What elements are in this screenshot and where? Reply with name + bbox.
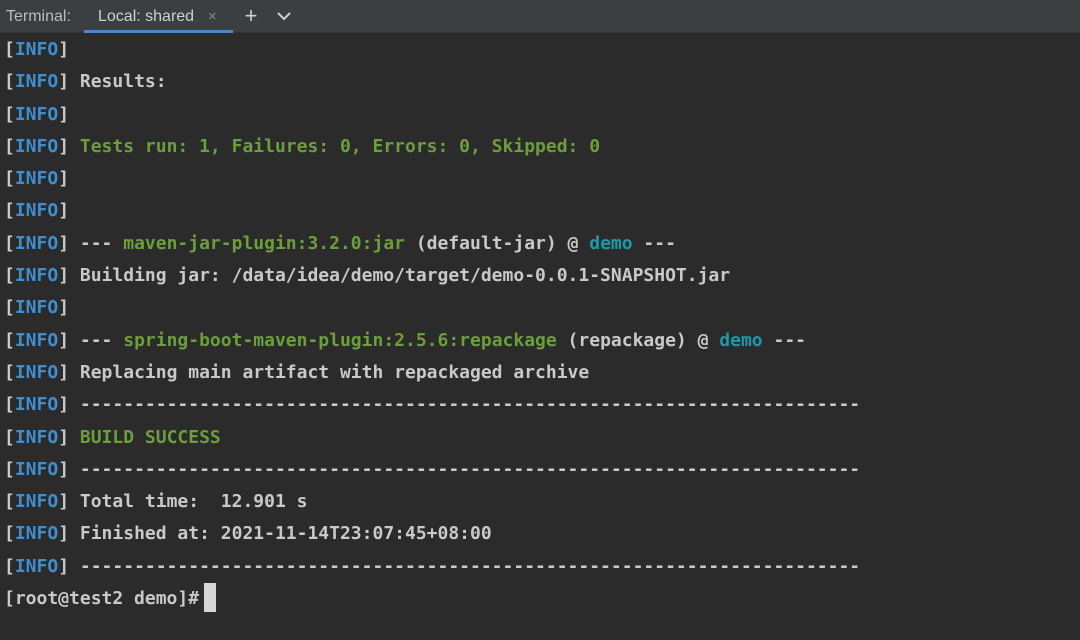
info-tag: INFO [14,426,59,448]
separator-line: ----------------------------------------… [69,555,861,577]
total-time: Total time: 12.901 s [69,491,308,513]
log-line: [INFO] Results: [4,71,167,93]
terminal-output[interactable]: [INFO] [INFO] Results: [INFO] [INFO] Tes… [4,34,1074,615]
finished-at: Finished at: 2021-11-14T23:07:45+08:00 [69,523,492,545]
log-line: [INFO] ---------------------------------… [4,394,861,416]
test-results: Tests run: 1, Failures: 0, Errors: 0, Sk… [69,135,601,157]
log-line: [INFO] Building jar: /data/idea/demo/tar… [4,265,731,287]
log-line: [INFO] [4,168,70,190]
build-status: BUILD SUCCESS [69,426,221,448]
log-line: [INFO] Replacing main artifact with repa… [4,361,590,383]
project-name: demo [589,232,633,254]
terminal-label: Terminal: [6,8,71,25]
log-line: [INFO] Tests run: 1, Failures: 0, Errors… [4,135,601,157]
separator-line: ----------------------------------------… [69,458,861,480]
log-line: [INFO] --- spring-boot-maven-plugin:2.5.… [4,329,806,351]
plugin-name: spring-boot-maven-plugin:2.5.6:repackage [123,329,557,351]
prompt-line[interactable]: [root@test2 demo]# [4,583,1074,615]
terminal-tab-bar: Terminal: Local: shared × + [0,0,1080,33]
info-tag: INFO [14,39,59,60]
text-cursor [204,583,217,613]
log-line: [INFO] ---------------------------------… [4,555,861,577]
log-line: [INFO] [4,103,70,125]
info-tag: INFO [14,200,59,222]
terminal-window: Terminal: Local: shared × + [INFO] [INFO… [0,0,1080,640]
info-tag: INFO [14,458,59,480]
close-icon[interactable]: × [208,0,217,34]
project-name: demo [719,329,763,351]
log-line: [INFO] Total time: 12.901 s [4,491,308,513]
info-tag: INFO [14,394,59,416]
log-line: [INFO] [4,39,70,60]
separator-line: ----------------------------------------… [69,394,861,416]
log-line: [INFO] --- maven-jar-plugin:3.2.0:jar (d… [4,232,676,254]
info-tag: INFO [14,168,59,190]
log-line: [INFO] BUILD SUCCESS [4,426,221,448]
log-line: [INFO] ---------------------------------… [4,458,861,480]
info-tag: INFO [14,555,59,577]
info-tag: INFO [14,361,59,383]
log-line: [INFO] Finished at: 2021-11-14T23:07:45+… [4,523,492,545]
info-tag: INFO [14,135,59,157]
info-tag: INFO [14,329,59,351]
info-tag: INFO [14,265,59,287]
chevron-down-icon[interactable] [272,4,296,28]
shell-prompt: [root@test2 demo]# [4,588,200,610]
plugin-name: maven-jar-plugin:3.2.0:jar [123,232,405,254]
info-tag: INFO [14,491,59,513]
info-tag: INFO [14,71,59,93]
info-tag: INFO [14,523,59,545]
log-line: [INFO] [4,297,70,319]
plus-icon[interactable]: + [240,4,262,28]
info-tag: INFO [14,103,59,125]
tab-local-shared[interactable]: Local: shared × [84,0,233,33]
tab-label: Local: shared [98,8,195,25]
log-line: [INFO] [4,200,70,222]
info-tag: INFO [14,232,59,254]
info-tag: INFO [14,297,59,319]
